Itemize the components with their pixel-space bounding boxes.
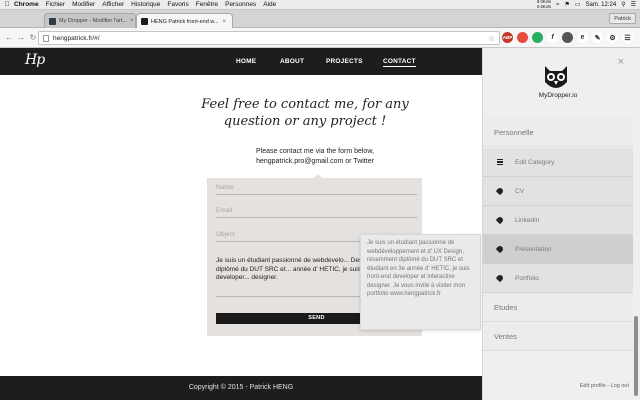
- email-field[interactable]: Email: [216, 204, 417, 218]
- contact-headline: Feel free to contact me, for any questio…: [201, 97, 409, 129]
- menu-fichier[interactable]: Fichier: [46, 1, 66, 8]
- list-icon: [497, 159, 503, 165]
- abp-extension-icon[interactable]: ABP: [502, 32, 513, 43]
- panel-footer-links[interactable]: Edit profile - Log out: [483, 383, 629, 389]
- presentation-tooltip: Je suis un étudiant passionné de webdéve…: [360, 234, 481, 330]
- panel-item-linkedin[interactable]: Linkedin: [483, 206, 633, 235]
- nav-projects[interactable]: PROJECTS: [326, 58, 363, 65]
- evernote-extension-icon[interactable]: e: [577, 32, 588, 43]
- tab-strip: My Dropper - Modifier l'art... × HENG Pa…: [0, 10, 640, 29]
- search-icon[interactable]: ⚲: [621, 1, 625, 8]
- panel-item-edit-category[interactable]: Edit Category: [483, 148, 633, 177]
- site-favicon-icon: [141, 18, 148, 25]
- name-field[interactable]: Name: [216, 181, 417, 195]
- web-page: Hp HOME ABOUT PROJECTS CONTACT Feel free…: [0, 48, 482, 400]
- cast-extension-icon[interactable]: [517, 32, 528, 43]
- ghost-extension-icon[interactable]: [562, 32, 573, 43]
- address-bar[interactable]: hengpatrick.fr/#/ ☆: [38, 31, 500, 45]
- status-area: 8.0Ko/s 0.5Ko/s ≈ ⚑ ▭ Sam. 12:24 ⚲ ☰: [537, 0, 640, 9]
- flag-icon[interactable]: ⚑: [564, 1, 569, 8]
- close-icon[interactable]: ×: [618, 56, 624, 68]
- tab-mydropper[interactable]: My Dropper - Modifier l'art... ×: [44, 13, 136, 28]
- menu-modifier[interactable]: Modifier: [72, 1, 95, 8]
- mydropper-panel: × MyDropper.io Personnelle Edit Category…: [482, 48, 640, 400]
- close-icon[interactable]: ×: [219, 19, 226, 25]
- address-text: hengpatrick.fr/#/: [53, 34, 100, 42]
- page-icon: [43, 34, 49, 42]
- section-personnelle[interactable]: Personnelle: [483, 118, 633, 147]
- owl-logo-icon: [545, 66, 567, 88]
- nav-home[interactable]: HOME: [236, 58, 256, 65]
- green-extension-icon[interactable]: [532, 32, 543, 43]
- tools-extension-icon[interactable]: ⚙: [607, 32, 618, 43]
- list-icon[interactable]: ☰: [631, 1, 636, 8]
- menu-app-name[interactable]: Chrome: [14, 1, 39, 8]
- panel-scrollbar[interactable]: [634, 316, 638, 396]
- extension-icons: ABP f e ✎ ⚙ ☰: [502, 32, 633, 43]
- apple-icon[interactable]: : [0, 1, 14, 8]
- forward-icon[interactable]: →: [15, 33, 27, 42]
- battery-icon[interactable]: ▭: [575, 1, 581, 8]
- site-footer: Copyright © 2015 - Patrick HENG: [0, 376, 482, 400]
- tab-heng-patrick[interactable]: HENG Patrick front-end w... ×: [136, 13, 233, 29]
- network-monitor: 8.0Ko/s 0.5Ko/s: [536, 0, 552, 9]
- tag-icon: [495, 244, 505, 254]
- tag-icon: [495, 273, 505, 283]
- menu-personnes[interactable]: Personnes: [225, 1, 256, 8]
- back-icon[interactable]: ←: [3, 33, 15, 42]
- nav-contact[interactable]: CONTACT: [383, 58, 416, 67]
- mydropper-favicon-icon: [49, 17, 56, 25]
- menu-icon[interactable]: ☰: [622, 32, 633, 43]
- mac-menubar:  Chrome Fichier Modifier Afficher Histo…: [0, 0, 640, 10]
- section-etudes[interactable]: Etudes: [483, 293, 633, 322]
- section-ventes[interactable]: Ventes: [483, 322, 633, 351]
- wifi-icon[interactable]: ≈: [556, 2, 559, 8]
- menu-favoris[interactable]: Favoris: [167, 1, 188, 8]
- formula-extension-icon[interactable]: f: [547, 32, 558, 43]
- menu-fenetre[interactable]: Fenêtre: [196, 1, 218, 8]
- contact-subtext: Please contact me via the form below, he…: [256, 148, 374, 165]
- site-navbar: Hp HOME ABOUT PROJECTS CONTACT: [0, 48, 482, 75]
- tag-icon: [495, 186, 505, 196]
- close-icon[interactable]: ×: [127, 18, 134, 24]
- panel-brand: MyDropper.io: [538, 92, 578, 99]
- menu-afficher[interactable]: Afficher: [102, 1, 124, 8]
- menu-aide[interactable]: Aide: [263, 1, 276, 8]
- tag-icon: [495, 215, 505, 225]
- panel-item-presentation[interactable]: Présentation: [483, 235, 633, 264]
- browser-toolbar: ← → ↻ hengpatrick.fr/#/ ☆ ABP f e ✎ ⚙ ☰: [0, 28, 640, 48]
- menu-historique[interactable]: Historique: [131, 1, 160, 8]
- profile-button[interactable]: Patrick: [609, 13, 636, 24]
- site-logo[interactable]: Hp: [25, 52, 45, 68]
- panel-item-portfolio[interactable]: Portfolio: [483, 264, 633, 293]
- clock[interactable]: Sam. 12:24: [586, 2, 617, 8]
- panel-item-cv[interactable]: CV: [483, 177, 633, 206]
- bookmark-star-icon[interactable]: ☆: [488, 34, 495, 43]
- eyedropper-extension-icon[interactable]: ✎: [592, 32, 603, 43]
- nav-about[interactable]: ABOUT: [280, 58, 304, 65]
